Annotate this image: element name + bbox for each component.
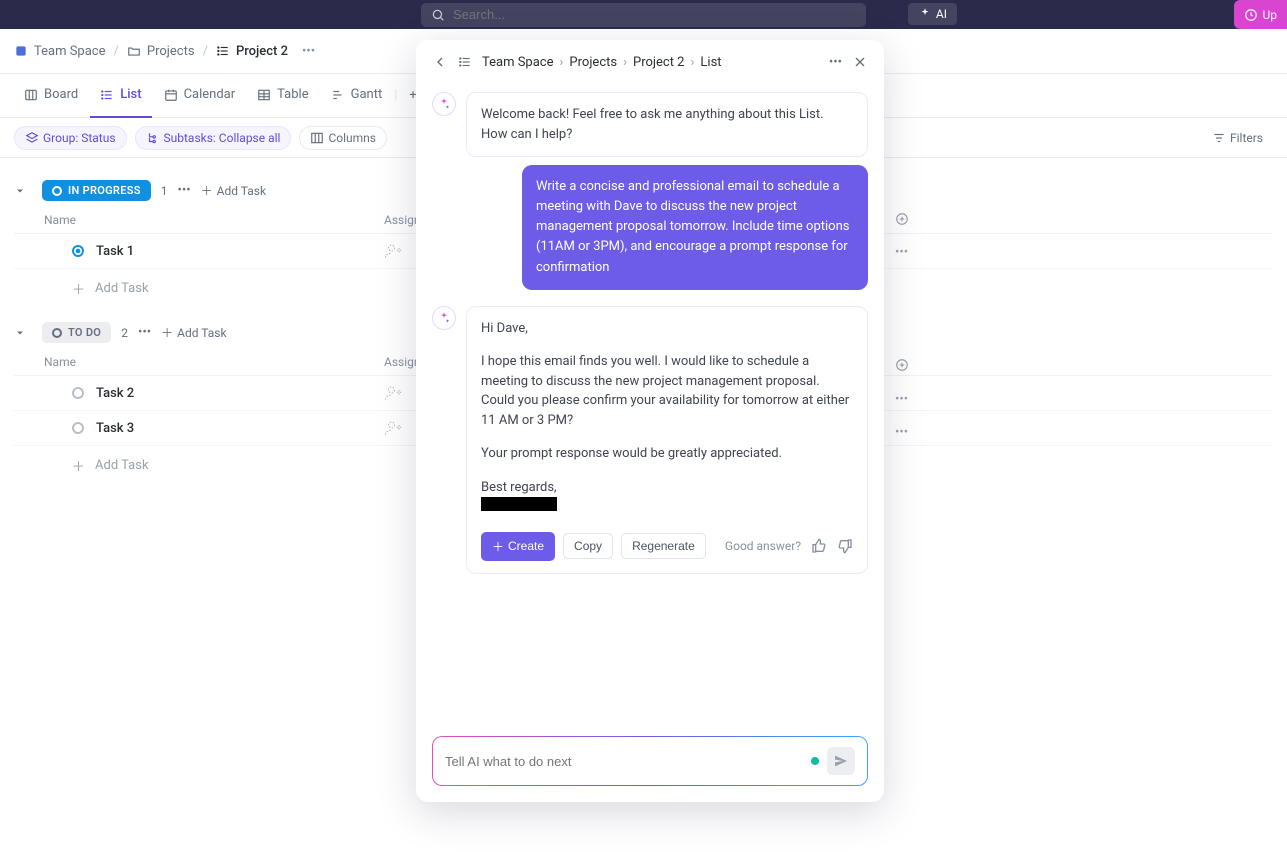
panel-more[interactable]: ••• [829,55,842,70]
gantt-icon [331,88,345,102]
ai-avatar [432,306,456,330]
user-message: Write a concise and professional email t… [522,165,868,290]
col-name: Name [44,213,384,227]
create-button[interactable]: ＋ Create [481,532,555,561]
ai-reply: Hi Dave, I hope this email finds you wel… [466,306,868,574]
status-dot-icon [72,387,84,399]
tab-table[interactable]: Table [247,74,318,118]
close-icon [852,54,868,70]
team-icon [14,44,28,58]
folder-icon [127,44,141,58]
row-more[interactable]: ••• [895,245,908,260]
tab-board[interactable]: Board [14,74,88,118]
breadcrumb-team-space[interactable]: Team Space [14,44,106,59]
regenerate-button[interactable]: Regenerate [621,533,706,559]
collapse-toggle[interactable] [14,327,32,339]
sparkle-icon [437,311,451,325]
plus-circle-icon [895,358,909,372]
top-bar: AI Up [0,0,1287,29]
task-name: Task 1 [96,244,134,259]
group-more[interactable]: ••• [138,325,151,340]
ai-message: Welcome back! Feel free to ask me anythi… [466,92,868,157]
breadcrumb-sep: / [114,44,119,59]
subtask-icon [146,131,160,145]
redacted-name [481,497,557,511]
status-dot-icon [72,245,84,257]
ai-panel: Team Space› Projects› Project 2› List ••… [416,40,884,802]
global-search[interactable] [421,3,866,27]
breadcrumb-more[interactable]: ••• [296,44,315,59]
thumbs-down-icon [837,538,853,554]
status-dot-icon [52,328,62,338]
ai-avatar [432,92,456,116]
status-dot-icon [52,186,62,196]
layers-icon [25,131,39,145]
panel-close[interactable] [852,54,868,70]
filters-button[interactable]: Filters [1202,127,1273,149]
tab-list[interactable]: List [90,74,151,118]
chevron-down-icon [14,327,26,339]
columns-icon [310,131,324,145]
send-icon [833,753,849,769]
thumbs-up-icon [811,538,827,554]
status-dot-icon [72,422,84,434]
columns-pill[interactable]: Columns [299,126,387,150]
add-task-button[interactable]: ＋ Add Task [161,324,226,341]
calendar-icon [164,88,178,102]
chevron-down-icon [14,185,26,197]
list-icon [458,55,472,69]
ai-label: AI [936,7,947,21]
add-column[interactable] [895,212,909,226]
sparkle-icon [918,7,932,21]
search-input[interactable] [453,7,856,22]
person-add-icon [384,419,402,437]
subtasks-pill[interactable]: Subtasks: Collapse all [135,126,292,150]
plus-circle-icon [895,212,909,226]
ai-input[interactable] [445,754,803,769]
upgrade-button[interactable]: Up [1234,0,1287,29]
panel-back-button[interactable] [432,54,448,70]
person-add-icon [384,384,402,402]
panel-breadcrumb[interactable]: Team Space› Projects› Project 2› List [482,55,722,70]
recording-indicator-icon [811,757,819,765]
chat-scroll[interactable]: Welcome back! Feel free to ask me anythi… [416,80,884,736]
ai-button[interactable]: AI [908,3,957,25]
sparkle-icon [437,97,451,111]
thumbs-down-button[interactable] [837,538,853,554]
task-name: Task 3 [96,421,134,436]
status-badge-todo[interactable]: TO DO [42,322,111,343]
filter-icon [1212,131,1226,145]
upgrade-label: Up [1262,8,1277,22]
breadcrumb-project2[interactable]: Project 2 [216,44,288,59]
status-badge-inprogress[interactable]: IN PROGRESS [42,180,151,201]
ai-input-wrap [432,736,868,786]
add-column[interactable] [895,358,909,372]
board-icon [24,88,38,102]
tab-gantt[interactable]: Gantt [321,74,393,118]
tab-calendar[interactable]: Calendar [154,74,246,118]
row-more[interactable]: ••• [895,392,908,407]
group-more[interactable]: ••• [177,183,190,198]
send-button[interactable] [827,747,855,775]
row-more[interactable]: ••• [895,425,908,440]
task-count: 1 [161,184,168,198]
search-icon [431,8,445,22]
breadcrumb-projects[interactable]: Projects [127,44,195,59]
copy-button[interactable]: Copy [563,533,613,559]
table-icon [257,88,271,102]
breadcrumb-sep: / [203,44,208,59]
chevron-left-icon [432,54,448,70]
list-icon [100,88,114,102]
thumbs-up-button[interactable] [811,538,827,554]
list-icon [216,44,230,58]
task-count: 2 [121,326,128,340]
upgrade-icon [1244,8,1258,22]
task-name: Task 2 [96,386,134,401]
collapse-toggle[interactable] [14,185,32,197]
person-add-icon [384,242,402,260]
feedback-label: Good answer? [725,537,801,555]
col-name: Name [44,355,384,369]
add-task-button[interactable]: ＋ Add Task [201,182,266,199]
group-pill[interactable]: Group: Status [14,126,127,150]
